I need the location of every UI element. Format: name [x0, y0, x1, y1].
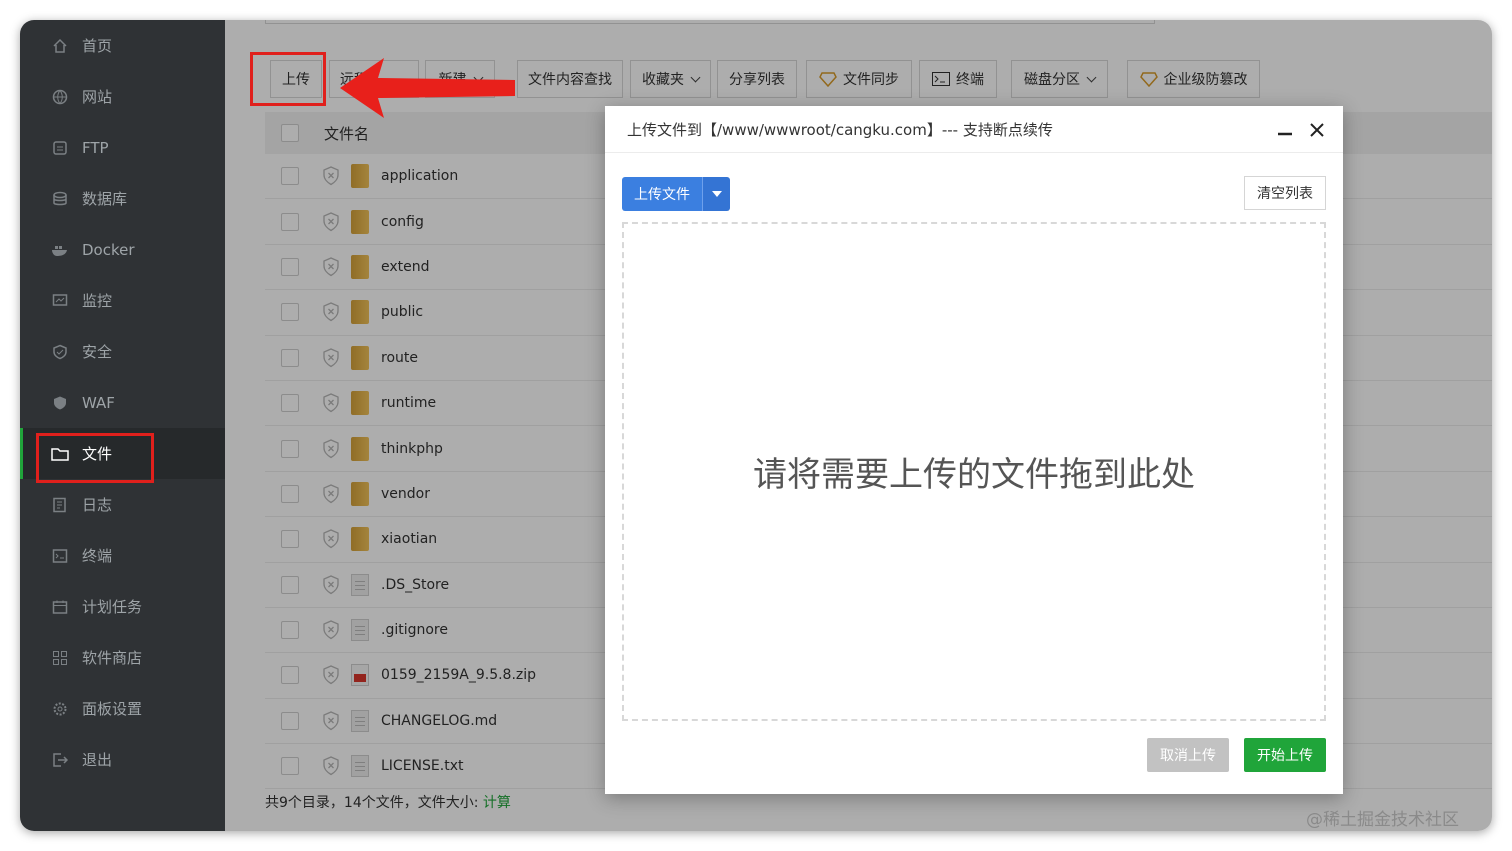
- home-icon: [50, 36, 70, 56]
- sidebar-item-5[interactable]: 监控: [20, 275, 225, 326]
- sidebar-item-label: 日志: [82, 496, 113, 514]
- sidebar-item-12[interactable]: 软件商店: [20, 632, 225, 683]
- watermark: @稀土掘金技术社区: [1306, 810, 1459, 830]
- sidebar: 首页 网站 FTP 数据库 Docker 监控 安全 WAF 文件 日志 终端 计划任务 软件商店 面板设…: [20, 20, 225, 831]
- sidebar-item-1[interactable]: 网站: [20, 71, 225, 122]
- sidebar-item-label: 计划任务: [82, 598, 143, 616]
- upload-files-button[interactable]: 上传文件: [622, 177, 730, 211]
- sidebar-item-10[interactable]: 终端: [20, 530, 225, 581]
- sidebar-item-label: 软件商店: [82, 649, 143, 667]
- caret-down-icon[interactable]: [702, 177, 730, 211]
- sidebar-item-label: 首页: [82, 37, 113, 55]
- sidebar-item-label: Docker: [82, 240, 135, 259]
- sidebar-item-11[interactable]: 计划任务: [20, 581, 225, 632]
- sidebar-item-label: 网站: [82, 88, 113, 106]
- close-icon[interactable]: [1307, 120, 1327, 140]
- sidebar-item-label: 面板设置: [82, 700, 143, 718]
- sidebar-item-label: 监控: [82, 292, 113, 310]
- red-arrow-annotation: [340, 58, 515, 118]
- waf-icon: [50, 393, 70, 413]
- sidebar-item-label: 数据库: [82, 190, 128, 208]
- sidebar-item-13[interactable]: 面板设置: [20, 683, 225, 734]
- sidebar-item-4[interactable]: Docker: [20, 224, 225, 275]
- monitor-icon: [50, 291, 70, 311]
- sidebar-item-label: 退出: [82, 751, 113, 769]
- sidebar-item-label: 终端: [82, 547, 113, 565]
- sidebar-item-label: 安全: [82, 343, 113, 361]
- sidebar-item-0[interactable]: 首页: [20, 20, 225, 71]
- dialog-header: 上传文件到【/www/wwwroot/cangku.com】--- 支持断点续传: [605, 106, 1343, 153]
- dialog-title: 上传文件到【/www/wwwroot/cangku.com】--- 支持断点续传: [627, 120, 1053, 139]
- docker-icon: [50, 240, 70, 260]
- drop-hint: 请将需要上传的文件拖到此处: [753, 455, 1195, 495]
- cancel-upload-button[interactable]: 取消上传: [1147, 738, 1229, 772]
- calendar-icon: [50, 597, 70, 617]
- logout-icon: [50, 750, 70, 770]
- drop-zone[interactable]: 请将需要上传的文件拖到此处: [622, 222, 1326, 721]
- settings-icon: [50, 699, 70, 719]
- sidebar-item-label: FTP: [82, 138, 109, 157]
- sidebar-item-3[interactable]: 数据库: [20, 173, 225, 224]
- upload-highlight-box: [250, 52, 326, 106]
- globe-icon: [50, 87, 70, 107]
- sidebar-item-9[interactable]: 日志: [20, 479, 225, 530]
- terminal-icon: [50, 546, 70, 566]
- start-upload-button[interactable]: 开始上传: [1244, 738, 1326, 772]
- sidebar-item-7[interactable]: WAF: [20, 377, 225, 428]
- clear-list-button[interactable]: 清空列表: [1244, 176, 1326, 210]
- upload-dialog: 上传文件到【/www/wwwroot/cangku.com】--- 支持断点续传…: [605, 106, 1343, 794]
- apps-icon: [50, 648, 70, 668]
- app-window: 首页 网站 FTP 数据库 Docker 监控 安全 WAF 文件 日志 终端 计划任务 软件商店 面板设…: [20, 20, 1492, 831]
- sidebar-item-2[interactable]: FTP: [20, 122, 225, 173]
- sidebar-item-6[interactable]: 安全: [20, 326, 225, 377]
- log-icon: [50, 495, 70, 515]
- minimize-icon[interactable]: [1275, 120, 1295, 140]
- shield-icon: [50, 342, 70, 362]
- sidebar-item-14[interactable]: 退出: [20, 734, 225, 785]
- database-icon: [50, 189, 70, 209]
- ftp-icon: [50, 138, 70, 158]
- sidebar-item-label: WAF: [82, 393, 115, 412]
- files-highlight-box: [36, 433, 154, 483]
